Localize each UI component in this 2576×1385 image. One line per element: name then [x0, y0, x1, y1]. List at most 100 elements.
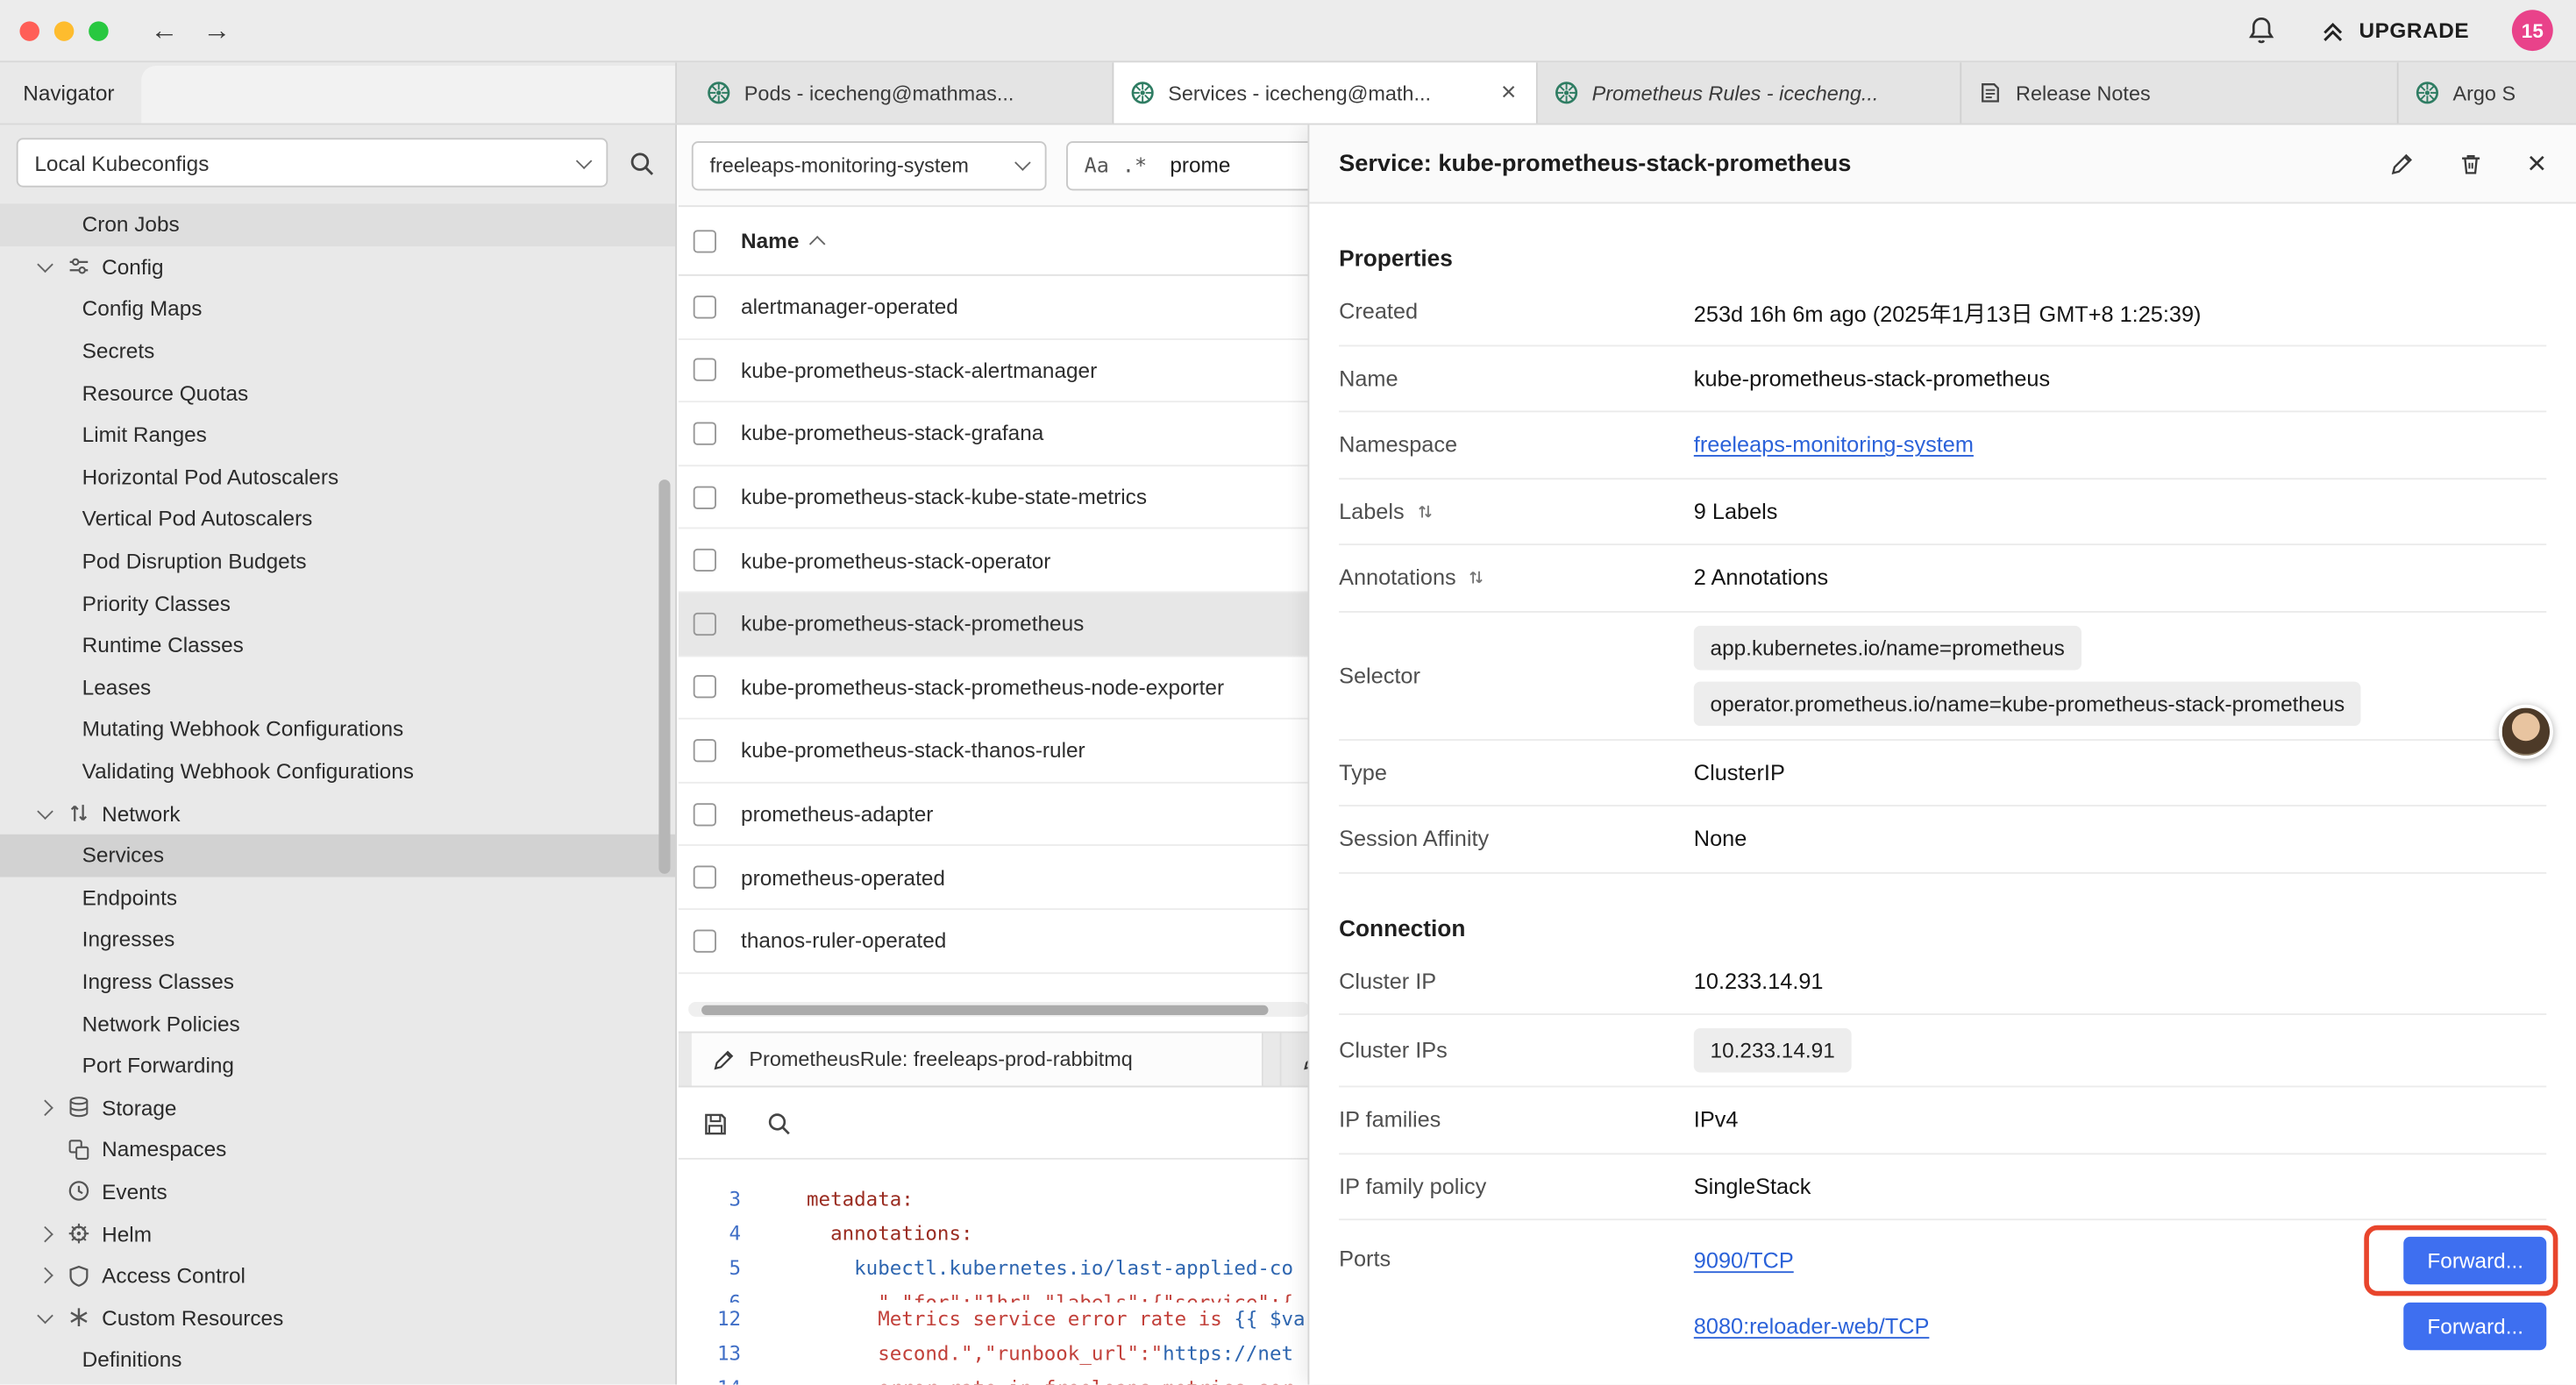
chevron-down-icon[interactable] [39, 261, 66, 273]
sidebar-item-ingress-classes[interactable]: Ingress Classes [0, 961, 675, 1003]
tab-argo[interactable]: Argo S [2399, 62, 2576, 123]
sidebar-item-label: Ingresses [82, 927, 175, 952]
port-link[interactable]: 9090/TCP [1694, 1247, 1794, 1272]
tab-pods[interactable]: Pods - icecheng@mathmas... [690, 62, 1114, 123]
detail-row-created: Created253d 16h 6m ago (2025年1月13日 GMT+8… [1339, 280, 2546, 346]
detail-label-text: Annotations [1339, 565, 1456, 590]
kubernetes-icon [1555, 81, 1579, 105]
save-icon[interactable] [701, 1110, 729, 1138]
sidebar-item-definitions[interactable]: Definitions [0, 1339, 675, 1381]
sidebar-item-leases[interactable]: Leases [0, 666, 675, 708]
chevron-right-icon[interactable] [39, 1102, 66, 1113]
kubeconfig-selector[interactable]: Local Kubeconfigs [17, 138, 608, 187]
close-icon[interactable]: × [2527, 147, 2546, 180]
sidebar-item-namespaces[interactable]: Namespaces [0, 1128, 675, 1170]
column-header-name[interactable]: Name [741, 228, 799, 252]
user-avatar[interactable] [2499, 705, 2553, 759]
sidebar-item-vertical-pod-autoscalers[interactable]: Vertical Pod Autoscalers [0, 498, 675, 540]
sidebar-item-runtime-classes[interactable]: Runtime Classes [0, 624, 675, 666]
expand-icon [1416, 502, 1434, 521]
port-link[interactable]: 8080:reloader-web/TCP [1694, 1313, 1930, 1338]
sidebar-item-label: Network Policies [82, 1011, 240, 1035]
sidebar-item-cron-jobs[interactable]: Cron Jobs [0, 203, 675, 245]
sidebar-item-events[interactable]: Events [0, 1170, 675, 1212]
sidebar-item-storage[interactable]: Storage [0, 1086, 675, 1128]
chevron-down-icon[interactable] [39, 807, 66, 819]
sidebar-item-priority-classes[interactable]: Priority Classes [0, 582, 675, 624]
tab-services[interactable]: Services - icecheng@math...× [1114, 62, 1537, 123]
sidebar-item-mutating-webhook-configurations[interactable]: Mutating Webhook Configurations [0, 708, 675, 750]
sidebar-item-network[interactable]: Network [0, 792, 675, 835]
sidebar-item-secrets[interactable]: Secrets [0, 330, 675, 372]
sidebar-item-port-forwarding[interactable]: Port Forwarding [0, 1044, 675, 1086]
row-checkbox[interactable] [694, 612, 716, 635]
detail-row-ip-families: IP familiesIPv4 [1339, 1087, 2546, 1154]
sidebar-item-validating-webhook-configurations[interactable]: Validating Webhook Configurations [0, 750, 675, 792]
regex-toggle[interactable]: .* [1122, 153, 1147, 177]
forward-button[interactable]: Forward... [2404, 1236, 2546, 1283]
row-checkbox[interactable] [694, 802, 716, 825]
drawer-title: Service: kube-prometheus-stack-prometheu… [1339, 150, 2346, 176]
notification-count-badge[interactable]: 15 [2512, 10, 2553, 51]
sidebar-item-access-control[interactable]: Access Control [0, 1254, 675, 1296]
table-horizontal-scrollbar[interactable] [688, 1002, 1309, 1017]
sidebar-item-horizontal-pod-autoscalers[interactable]: Horizontal Pod Autoscalers [0, 456, 675, 498]
value-badge: 10.233.14.91 [1694, 1028, 1852, 1073]
titlebar: ← → UPGRADE 15 [0, 0, 2576, 62]
forward-button[interactable]: → [194, 14, 239, 46]
row-checkbox[interactable] [694, 549, 716, 572]
row-checkbox[interactable] [694, 929, 716, 952]
sidebar-item-pod-disruption-budgets[interactable]: Pod Disruption Budgets [0, 540, 675, 582]
sidebar-item-config-maps[interactable]: Config Maps [0, 288, 675, 330]
edit-icon[interactable] [2389, 150, 2416, 176]
tab-prometheus-rules[interactable]: Prometheus Rules - icecheng... [1538, 62, 1961, 123]
search-input[interactable]: prome [1170, 153, 1230, 177]
sidebar-item-helm[interactable]: Helm [0, 1212, 675, 1254]
forward-button[interactable]: Forward... [2404, 1302, 2546, 1349]
sidebar-item-network-policies[interactable]: Network Policies [0, 1002, 675, 1044]
tab-release-notes[interactable]: Release Notes [1961, 62, 2398, 123]
row-checkbox[interactable] [694, 486, 716, 508]
sidebar-item-resource-quotas[interactable]: Resource Quotas [0, 372, 675, 414]
editor-search-icon[interactable] [765, 1111, 792, 1137]
chevron-right-icon[interactable] [39, 1228, 66, 1239]
sidebar-item-config[interactable]: Config [0, 245, 675, 288]
scrollbar-thumb[interactable] [701, 1005, 1268, 1014]
zoom-window-button[interactable] [89, 20, 108, 39]
forward-button-wrap: Forward... [2404, 1302, 2546, 1349]
row-checkbox[interactable] [694, 295, 716, 318]
detail-label: Created [1339, 299, 1694, 323]
row-checkbox[interactable] [694, 866, 716, 889]
detail-value: ClusterIP [1694, 760, 1785, 785]
match-case-toggle[interactable]: Aa [1085, 153, 1109, 177]
dock-tab-prometheusrule[interactable]: PrometheusRule: freeleaps-prod-rabbitmq [692, 1033, 1263, 1086]
chevron-down-icon[interactable] [39, 1312, 66, 1324]
sidebar-scrollbar[interactable] [658, 479, 670, 874]
namespace-selector[interactable]: freeleaps-monitoring-system [692, 140, 1047, 189]
detail-value: 253d 16h 6m ago (2025年1月13日 GMT+8 1:25:3… [1694, 295, 2202, 328]
sidebar-item-services[interactable]: Services [0, 835, 675, 877]
sidebar-item-custom-resources[interactable]: Custom Resources [0, 1296, 675, 1339]
detail-label-text: Cluster IP [1339, 969, 1436, 993]
row-checkbox[interactable] [694, 359, 716, 381]
minimize-window-button[interactable] [54, 20, 74, 39]
row-checkbox[interactable] [694, 739, 716, 762]
namespace-link[interactable]: freeleaps-monitoring-system [1694, 432, 1974, 457]
upgrade-button[interactable]: UPGRADE [2319, 18, 2469, 44]
sidebar-item-limit-ranges[interactable]: Limit Ranges [0, 414, 675, 456]
chevron-right-icon[interactable] [39, 1270, 66, 1282]
sidebar-item-label: Namespaces [102, 1137, 226, 1161]
sidebar-search-icon[interactable] [628, 149, 656, 177]
close-window-button[interactable] [19, 20, 39, 39]
back-button[interactable]: ← [141, 14, 187, 46]
sidebar-item-ingresses[interactable]: Ingresses [0, 919, 675, 961]
delete-icon[interactable] [2459, 150, 2485, 176]
close-tab-icon[interactable]: × [1498, 80, 1519, 106]
row-checkbox[interactable] [694, 676, 716, 699]
service-name: kube-prometheus-stack-prometheus [741, 612, 1084, 636]
sidebar-item-label: Runtime Classes [82, 633, 244, 657]
bell-icon[interactable] [2245, 15, 2277, 46]
select-all-checkbox[interactable] [694, 229, 716, 252]
row-checkbox[interactable] [694, 423, 716, 445]
sidebar-item-endpoints[interactable]: Endpoints [0, 877, 675, 919]
